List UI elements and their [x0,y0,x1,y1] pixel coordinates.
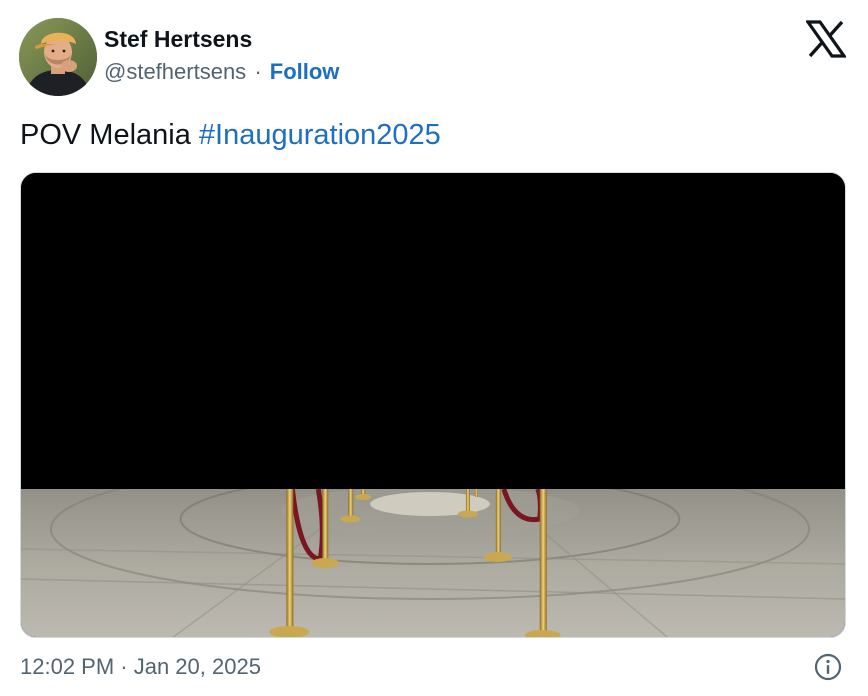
x-logo-icon[interactable] [804,20,848,58]
video-black-area [21,173,845,489]
separator-dot: · [254,59,262,84]
tweet-card: Stef Hertsens @stefhertsens · Follow POV… [0,0,868,696]
tweet-text-body: POV Melania [20,119,199,151]
video-scene-image [21,489,845,637]
timestamp[interactable]: 12:02 PM · Jan 20, 2025 [20,652,261,682]
hashtag-link[interactable]: #Inauguration2025 [199,119,441,151]
handle-row: @stefhertsens · Follow [104,58,339,86]
avatar[interactable] [19,18,97,96]
follow-button[interactable]: Follow [270,59,340,84]
tweet-text: POV Melania #Inauguration2025 [20,116,441,154]
media-video[interactable] [20,172,846,638]
author-info: Stef Hertsens @stefhertsens · Follow [104,24,339,86]
avatar-image [19,18,97,96]
display-name[interactable]: Stef Hertsens [104,24,339,54]
info-icon[interactable] [813,652,843,682]
handle[interactable]: @stefhertsens [104,59,246,84]
